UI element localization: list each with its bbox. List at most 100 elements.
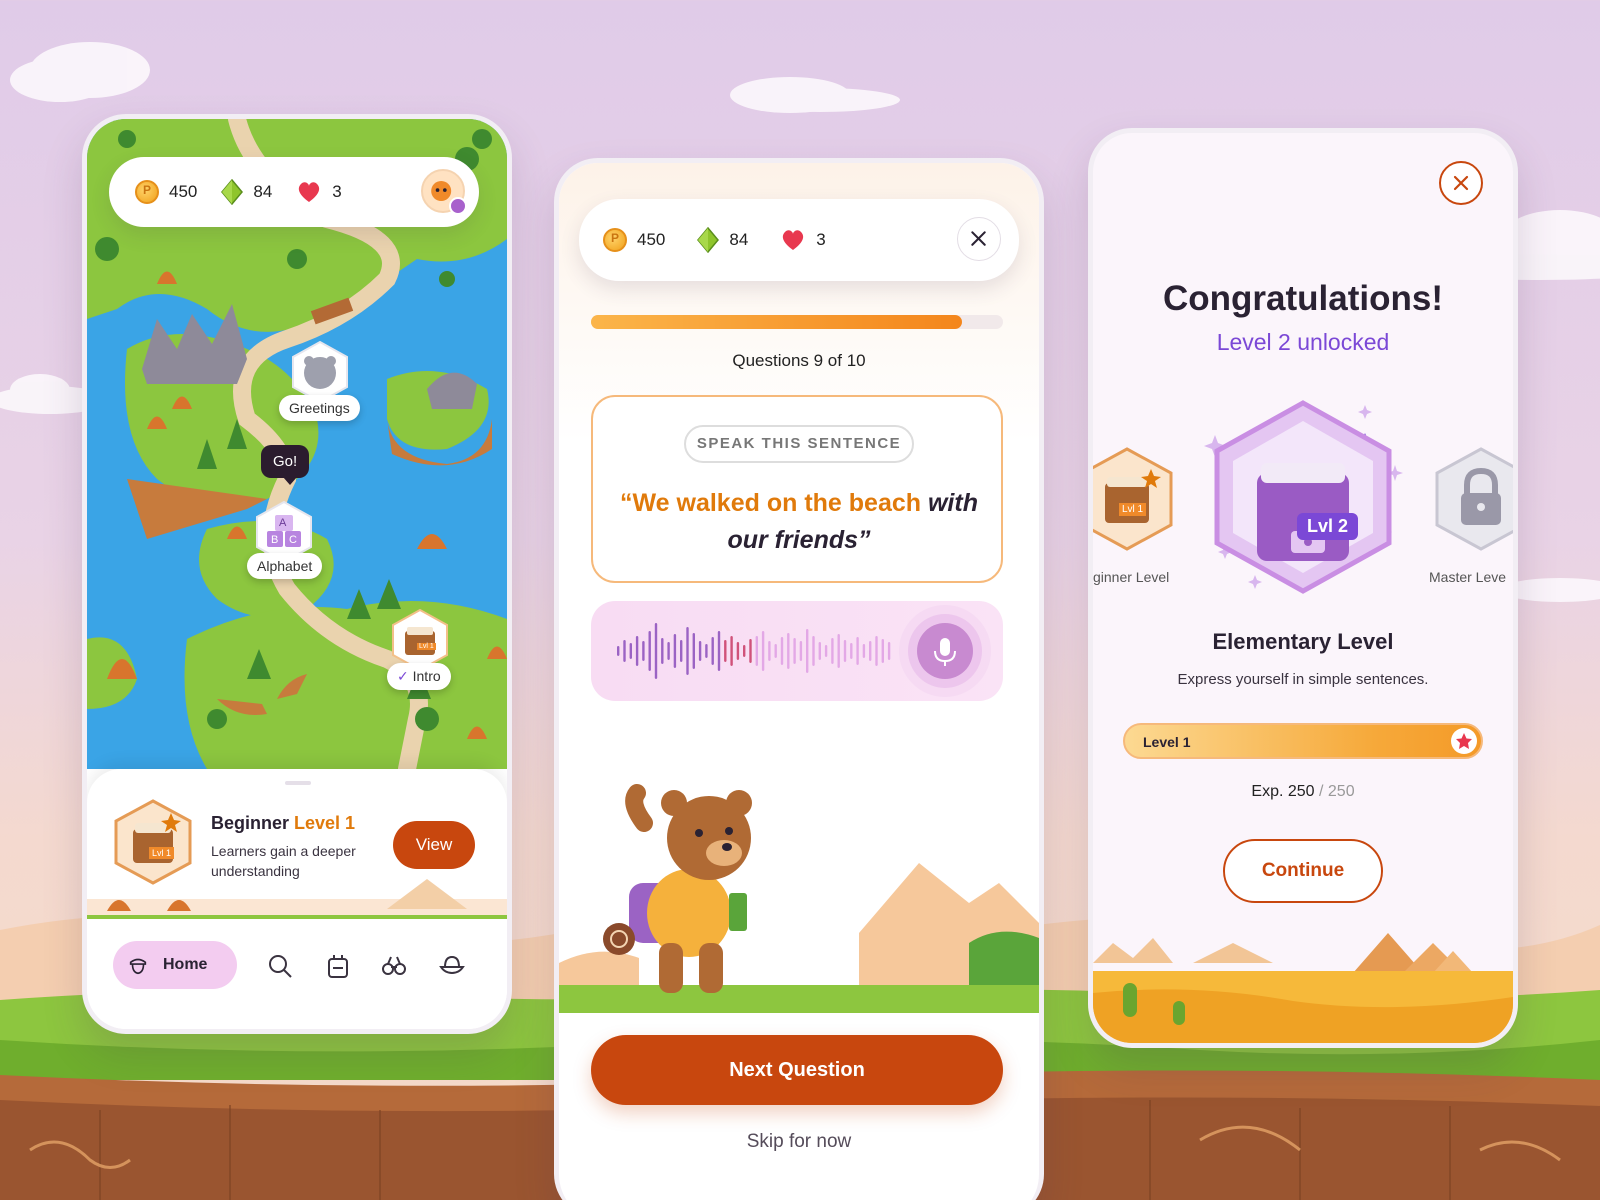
- level-description: Express yourself in simple sentences.: [1177, 671, 1429, 688]
- go-bubble[interactable]: Go!: [261, 445, 310, 485]
- question-count: Questions 9 of 10: [732, 351, 866, 370]
- gem-icon: [221, 179, 244, 205]
- close-icon: [971, 231, 986, 246]
- waveform-bar: [724, 640, 727, 662]
- next-level-badge[interactable]: [1433, 447, 1513, 551]
- exp-value: Exp. 250: [1251, 783, 1315, 800]
- waveform-bar: [635, 636, 639, 666]
- waveform-bar: [698, 641, 702, 661]
- waveform-bar: [824, 645, 828, 657]
- sentence-text: “We walked on the beach with our friends…: [613, 485, 985, 559]
- prev-level-label: ginner Level: [1093, 569, 1170, 585]
- waveform-bar: [692, 633, 695, 669]
- mic-button[interactable]: [917, 623, 973, 679]
- heart-icon: [783, 230, 804, 250]
- view-button[interactable]: View: [393, 821, 475, 869]
- exp-progress-bar: Level 1: [1123, 723, 1483, 759]
- alphabet-label[interactable]: Alphabet: [247, 553, 323, 579]
- coin-icon: [603, 228, 627, 252]
- greetings-label[interactable]: Greetings: [279, 395, 360, 421]
- desert-scene: [1093, 933, 1513, 1043]
- backpack-icon[interactable]: [325, 953, 351, 979]
- coin-stat: 450: [135, 180, 197, 204]
- drag-handle[interactable]: [285, 781, 311, 785]
- waveform-bar: [736, 642, 740, 660]
- block-a: A: [279, 517, 287, 529]
- intro-label[interactable]: ✓ Intro: [387, 663, 451, 690]
- binoculars-icon[interactable]: [381, 953, 407, 979]
- elementary-book-badge-icon: [1214, 400, 1392, 594]
- gem-count: 84: [253, 182, 273, 201]
- waveform-bar: [617, 646, 620, 656]
- coin-count: 450: [169, 182, 198, 201]
- sentence-card: SPEAK THIS SENTENCE “We walked on the be…: [591, 395, 1003, 583]
- book-node-icon: [392, 608, 448, 672]
- block-b: B: [271, 534, 279, 546]
- voice-recorder: [591, 601, 1003, 701]
- current-level-badge[interactable]: Lvl 2: [1211, 399, 1395, 595]
- waveform-bar: [862, 644, 866, 658]
- search-icon[interactable]: [267, 953, 293, 979]
- quiz-coin-stat: 450: [603, 228, 665, 252]
- waveform-bar: [654, 623, 658, 679]
- waveform-bar: [856, 637, 859, 665]
- avatar[interactable]: [421, 169, 467, 215]
- waveform-bar: [875, 636, 878, 666]
- waveform: [617, 623, 891, 679]
- prev-badge-text: Lvl 1: [1119, 503, 1147, 516]
- prev-level-badge[interactable]: Lvl 1: [1093, 447, 1175, 551]
- card-title-prefix: Beginner: [211, 813, 290, 833]
- continue-button[interactable]: Continue: [1223, 839, 1383, 903]
- quiz-heart-count: 3: [816, 230, 826, 249]
- waveform-bar: [780, 637, 784, 665]
- waveform-bar: [761, 631, 765, 671]
- intro-label-text: Intro: [412, 668, 441, 684]
- quiz-coin-count: 450: [637, 230, 666, 249]
- waveform-bar: [812, 636, 815, 666]
- next-question-button[interactable]: Next Question: [591, 1035, 1003, 1105]
- explorer-hat-icon[interactable]: [439, 953, 465, 979]
- card-badge-text: Lvl 1: [149, 847, 175, 859]
- waveform-bar: [648, 631, 651, 671]
- card-title: Beginner Level 1: [211, 813, 355, 834]
- intro-node[interactable]: Lvl 1: [391, 608, 449, 672]
- quiz-stats-bar: 450 84 3: [579, 199, 1019, 281]
- waveform-bar: [623, 640, 626, 662]
- skip-link[interactable]: Skip for now: [559, 1131, 1039, 1153]
- bear-mascot-scene: [559, 784, 1039, 1013]
- waveform-bar: [755, 636, 758, 666]
- nav-home[interactable]: Home: [113, 941, 237, 989]
- greetings-node[interactable]: [291, 340, 349, 404]
- waveform-bar: [793, 638, 796, 664]
- beginner-book-badge-icon: [1093, 447, 1173, 551]
- acorn-icon: [129, 958, 147, 975]
- boost-badge-icon: [449, 197, 467, 215]
- waveform-bar: [787, 633, 790, 669]
- map-phone: 450 84 3 Greetings Go! A B C Alphabet Lv…: [82, 114, 512, 1034]
- waveform-bar: [806, 629, 809, 673]
- waveform-bar: [673, 634, 677, 668]
- waveform-bar: [717, 631, 721, 671]
- quiz-close-button[interactable]: [957, 217, 1001, 261]
- exp-text: Exp. 250 / 250: [1093, 783, 1513, 801]
- heart-icon: [299, 182, 320, 202]
- waveform-bar: [869, 641, 872, 661]
- congrats-phone: Congratulations! Level 2 unlocked Lvl 1 …: [1088, 128, 1518, 1048]
- sentence-highlight: “We walked on the beach: [620, 489, 922, 517]
- stats-bar: 450 84 3: [109, 157, 479, 227]
- current-badge-text: Lvl 2: [1297, 513, 1359, 540]
- congrats-close-button[interactable]: [1439, 161, 1483, 205]
- level-name: Elementary Level: [1212, 629, 1394, 654]
- level-unlocked: Level 2 unlocked: [1216, 329, 1390, 355]
- waveform-bar: [667, 642, 670, 660]
- close-icon: [1453, 175, 1469, 191]
- check-icon: ✓: [397, 668, 409, 684]
- waveform-bar: [629, 643, 632, 659]
- intro-level-badge: Lvl 1: [417, 643, 436, 650]
- quiz-gem-stat: 84: [697, 227, 748, 253]
- waveform-bar: [818, 642, 821, 660]
- microphone-icon: [934, 638, 956, 666]
- waveform-bar: [768, 641, 771, 661]
- waveform-bar: [850, 643, 853, 659]
- waveform-bar: [743, 645, 746, 657]
